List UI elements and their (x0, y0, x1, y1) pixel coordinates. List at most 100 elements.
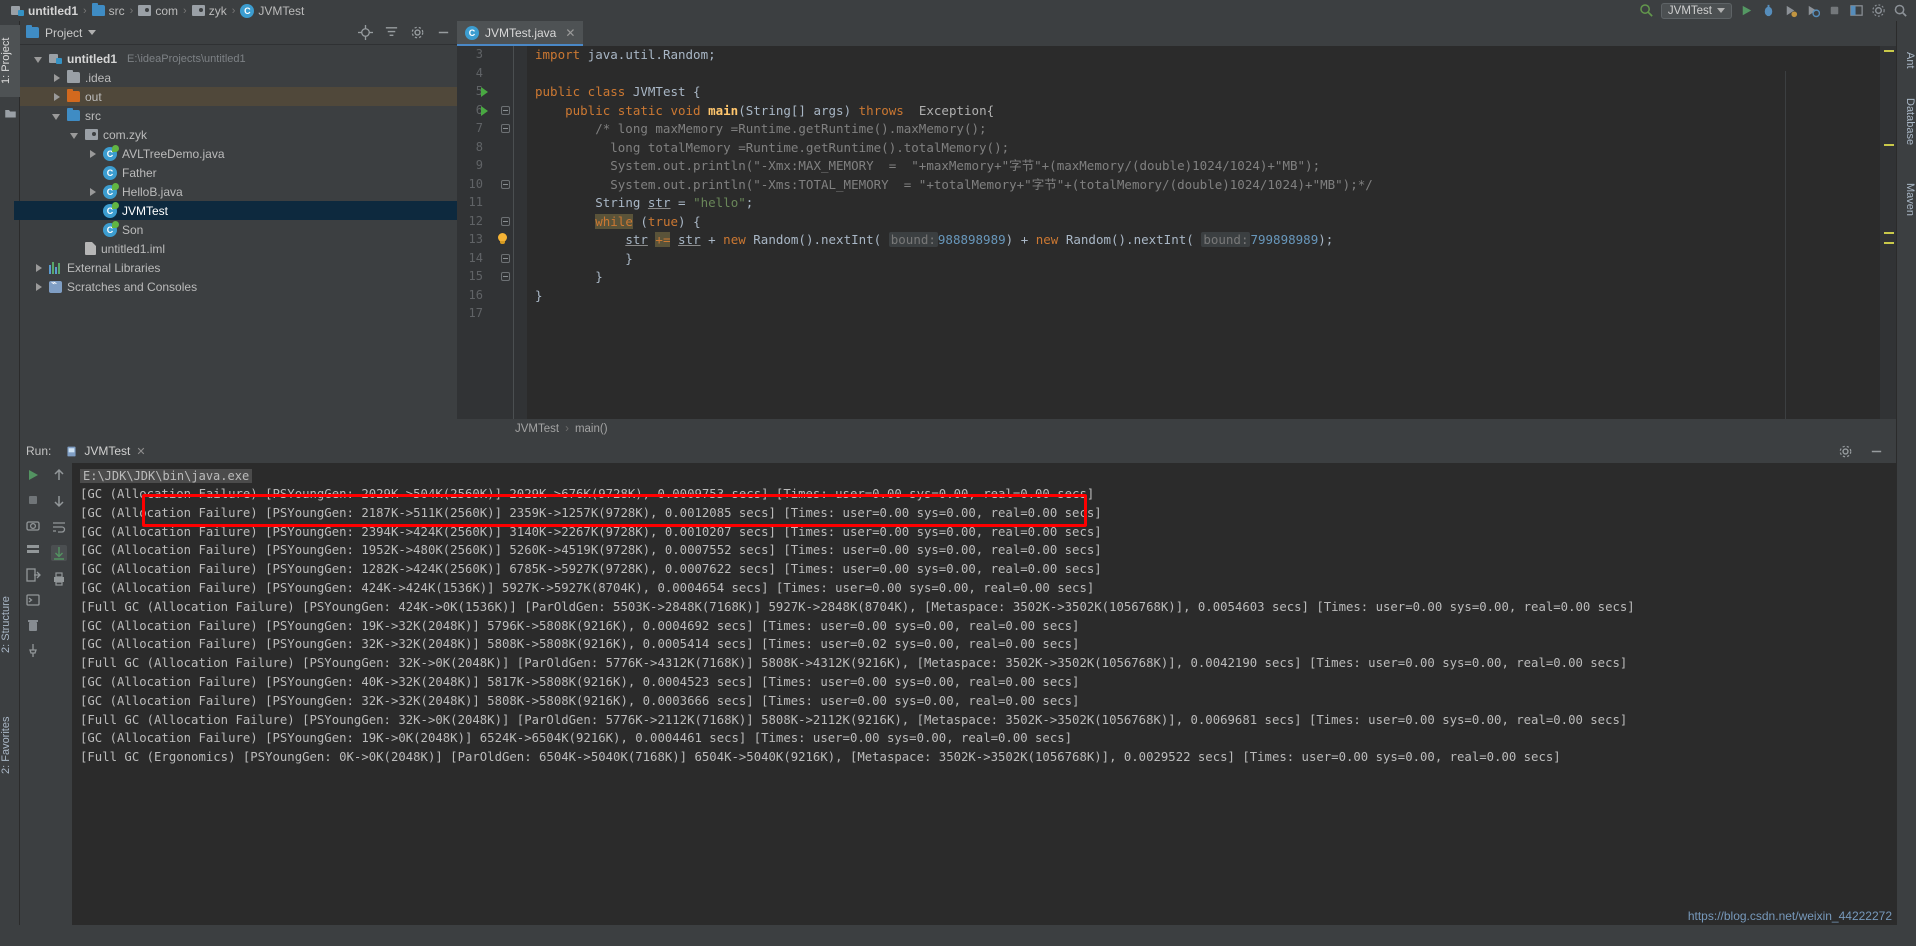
fold-icon[interactable] (501, 179, 510, 189)
fold-icon[interactable] (501, 253, 510, 263)
breadcrumb-item-project[interactable]: untitled1 (8, 4, 81, 18)
gear-icon[interactable] (1838, 444, 1853, 459)
gutter-line: 5 (457, 83, 527, 102)
chevron-down-icon[interactable] (1717, 8, 1725, 13)
marker-warning[interactable] (1884, 232, 1894, 234)
tree-row-hellob[interactable]: C HelloB.java (20, 182, 457, 201)
coverage-icon[interactable] (1783, 3, 1798, 18)
locate-icon[interactable] (358, 25, 373, 40)
chevron-down-icon[interactable] (88, 30, 97, 35)
tree-row-external-libraries[interactable]: External Libraries (20, 258, 457, 277)
fold-icon[interactable] (501, 216, 510, 226)
chevron-right-icon[interactable] (34, 282, 44, 292)
breadcrumb-item-zyk[interactable]: zyk (189, 4, 230, 18)
breadcrumb-item-src[interactable]: src (89, 3, 128, 18)
breadcrumb-separator: › (129, 4, 134, 17)
search-icon[interactable] (1639, 3, 1654, 18)
sidebar-tab-database[interactable]: Database (1896, 83, 1916, 161)
sidebar-tab-favorites[interactable]: 2: Favorites (0, 701, 20, 789)
thread-dump-icon[interactable] (25, 542, 41, 558)
print-icon[interactable] (51, 571, 67, 587)
sidebar-tab-ant[interactable]: Ant (1896, 43, 1916, 77)
close-icon[interactable]: ✕ (136, 445, 145, 458)
editor-gutter[interactable]: 3 4 5 6 7 8 9 10 11 12 13 14 15 16 17 (457, 46, 527, 439)
code-line-15: } (535, 269, 603, 284)
stop-icon[interactable] (1827, 3, 1842, 18)
chevron-right-icon[interactable] (52, 92, 62, 102)
breadcrumb-separator: › (565, 423, 569, 435)
trash-icon[interactable] (25, 617, 41, 633)
tree-row-idea[interactable]: .idea (20, 68, 457, 87)
scroll-to-end-icon[interactable] (51, 545, 67, 561)
run-icon[interactable] (1739, 3, 1754, 18)
code-editor[interactable]: 3 4 5 6 7 8 9 10 11 12 13 14 15 16 17 im… (457, 46, 1896, 439)
chevron-right-icon[interactable] (88, 187, 98, 197)
tree-row-src[interactable]: src (20, 106, 457, 125)
folder-out-icon (67, 89, 80, 102)
breadcrumb-method[interactable]: main() (575, 423, 608, 435)
line-number: 12 (468, 213, 483, 228)
gear-icon[interactable] (410, 25, 425, 40)
tree-row-father[interactable]: C Father (20, 163, 457, 182)
tree-row-son[interactable]: C Son (20, 220, 457, 239)
pin-icon[interactable] (25, 642, 41, 658)
down-arrow-icon[interactable] (51, 493, 67, 509)
tree-row-iml[interactable]: untitled1.iml (20, 239, 457, 258)
layout-icon[interactable] (1849, 3, 1864, 18)
console-output[interactable]: E:\JDK\JDK\bin\java.exe [GC (Allocation … (72, 463, 1896, 925)
run-configuration-label[interactable]: JVMTest (1668, 5, 1712, 17)
chevron-right-icon[interactable] (34, 263, 44, 273)
chevron-right-icon[interactable] (88, 149, 98, 159)
breadcrumb-class[interactable]: JVMTest (515, 423, 559, 435)
line-number: 16 (468, 287, 483, 302)
up-arrow-icon[interactable] (51, 467, 67, 483)
sidebar-tab-structure[interactable]: 2: Structure (0, 581, 20, 669)
run-actions-toolbar (20, 463, 46, 925)
fold-icon[interactable] (501, 124, 510, 133)
debug-icon[interactable] (1761, 3, 1776, 18)
chevron-right-icon[interactable] (52, 73, 62, 83)
exit-icon[interactable] (25, 567, 41, 583)
breadcrumb-item-class[interactable]: C JVMTest (237, 3, 307, 18)
tree-row-out[interactable]: out (20, 87, 457, 106)
collapse-all-icon[interactable] (384, 25, 399, 40)
tree-row-jvmtest[interactable]: C JVMTest (14, 201, 457, 220)
project-tree[interactable]: untitled1 E:\ideaProjects\untitled1 .ide… (14, 45, 457, 439)
minimize-icon[interactable] (436, 25, 451, 40)
run-tab-jvmtest[interactable]: JVMTest ✕ (59, 442, 151, 460)
chevron-down-icon[interactable] (34, 54, 44, 64)
console-icon[interactable] (25, 592, 41, 608)
lightbulb-icon[interactable] (497, 233, 508, 245)
editor-breadcrumb[interactable]: JVMTest › main() (457, 419, 1896, 439)
chevron-down-icon[interactable] (70, 130, 80, 140)
chevron-down-icon[interactable] (52, 111, 62, 121)
rerun-icon[interactable] (25, 467, 41, 483)
stop-icon[interactable] (25, 492, 41, 508)
file-icon (85, 242, 96, 255)
code-text[interactable]: import java.util.Random; public class JV… (527, 46, 1880, 439)
search-everywhere-icon[interactable] (1893, 3, 1908, 18)
editor-right-gutter[interactable] (1880, 46, 1896, 439)
editor-tab-jvmtest[interactable]: C JVMTest.java ✕ (457, 21, 584, 46)
camera-icon[interactable] (25, 517, 41, 533)
close-icon[interactable]: ✕ (565, 26, 575, 40)
run-gutter-icon[interactable] (481, 105, 488, 116)
fold-icon[interactable] (501, 272, 510, 281)
tree-label: AVLTreeDemo.java (122, 146, 225, 161)
profile-icon[interactable] (1805, 3, 1820, 18)
tree-row-avltreedemo[interactable]: C AVLTreeDemo.java (20, 144, 457, 163)
soft-wrap-icon[interactable] (51, 519, 67, 535)
marker-warning[interactable] (1884, 242, 1894, 244)
settings-icon[interactable] (1871, 3, 1886, 18)
run-gutter-icon[interactable] (481, 87, 488, 97)
tree-row-untitled1[interactable]: untitled1 E:\ideaProjects\untitled1 (20, 49, 457, 68)
sidebar-tab-maven[interactable]: Maven (1896, 171, 1916, 229)
tree-row-package[interactable]: com.zyk (20, 125, 457, 144)
marker-warning[interactable] (1884, 144, 1894, 146)
marker-warning[interactable] (1884, 50, 1894, 52)
fold-icon[interactable] (501, 105, 510, 115)
sidebar-tab-project[interactable]: 1: Project (0, 25, 20, 97)
minimize-icon[interactable] (1869, 444, 1884, 459)
breadcrumb-item-com[interactable]: com (135, 4, 181, 18)
tree-row-scratches[interactable]: Scratches and Consoles (20, 277, 457, 296)
